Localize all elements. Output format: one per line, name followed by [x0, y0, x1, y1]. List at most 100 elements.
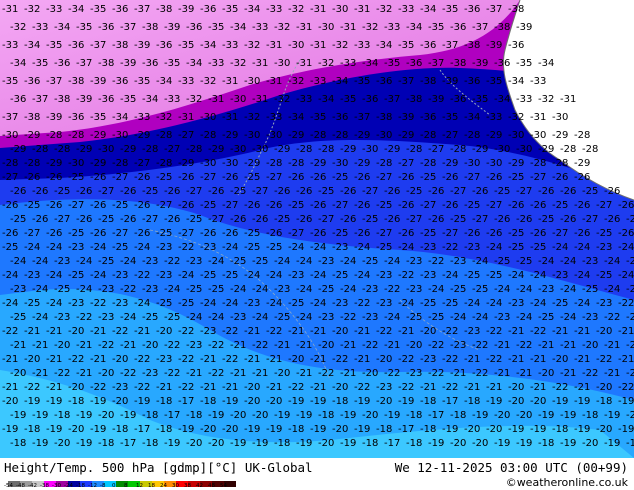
- temperature-label: -26: [90, 172, 106, 183]
- scale-label: -54: [4, 483, 13, 489]
- temperature-label: -25: [252, 256, 268, 267]
- temperature-label: -22: [252, 340, 268, 351]
- temperature-label: -22: [164, 256, 180, 267]
- temperature-label: -21: [296, 368, 312, 379]
- temperature-label: -27: [178, 228, 194, 239]
- temperature-label: -18: [142, 438, 158, 449]
- temperature-label: -22: [164, 368, 180, 379]
- temperature-label: -30: [332, 158, 348, 169]
- temperature-label: -23: [376, 382, 392, 393]
- temperature-label: -27: [178, 130, 194, 141]
- temperature-label: -20: [494, 410, 510, 421]
- temperature-label: -18: [596, 396, 612, 407]
- temperature-label: -28: [24, 158, 40, 169]
- temperature-label: -28: [332, 130, 348, 141]
- temperature-label: -35: [516, 58, 532, 69]
- temperature-label: -33: [134, 112, 150, 123]
- temperature-label: -20: [54, 340, 70, 351]
- temperature-label: -26: [252, 214, 268, 225]
- temperature-label: -20: [252, 410, 268, 421]
- temperature-label: -31: [310, 40, 326, 51]
- temperature-label: -20: [230, 410, 246, 421]
- temperature-label: -26: [574, 200, 590, 211]
- temperature-label: -27: [464, 172, 480, 183]
- temperature-label: -35: [90, 112, 106, 123]
- temperature-label: -24: [296, 284, 312, 295]
- temperature-label: -19: [296, 438, 312, 449]
- temperature-label: -25: [508, 242, 524, 253]
- temperature-label: -29: [354, 130, 370, 141]
- temperature-label: -21: [46, 354, 62, 365]
- temperature-label: -37: [2, 112, 18, 123]
- temperature-label: -26: [2, 228, 18, 239]
- weather-map[interactable]: -31 -32 -33 -34 -35 -36 -37 -38 -39 -36 -35 -34 -33-…: [0, 0, 634, 458]
- temperature-label: -27: [112, 172, 128, 183]
- temperature-label: -24: [222, 242, 238, 253]
- temperature-label: -25: [420, 228, 436, 239]
- temperature-label: -21: [494, 340, 510, 351]
- temperature-label: -34: [362, 58, 378, 69]
- temperature-label: -26: [46, 228, 62, 239]
- temperature-label: -28: [2, 158, 18, 169]
- temperature-label: -21: [244, 354, 260, 365]
- temperature-label: -24: [134, 298, 150, 309]
- temperature-label: -19: [574, 396, 590, 407]
- temperature-label: -33: [266, 4, 282, 15]
- temperature-label: -26: [398, 172, 414, 183]
- temperature-label: -19: [230, 438, 246, 449]
- temperature-label: -27: [266, 172, 282, 183]
- temperature-label: -20: [332, 326, 348, 337]
- temperature-label: -29: [310, 158, 326, 169]
- temperature-label: -22: [582, 368, 598, 379]
- credit-link[interactable]: ©weatheronline.co.uk: [506, 476, 628, 489]
- temperature-label: -19: [2, 424, 18, 435]
- temperature-label: -36: [406, 58, 422, 69]
- temperature-label: -24: [604, 256, 620, 267]
- temperature-label: -24: [32, 256, 48, 267]
- temperature-label: -30: [222, 158, 238, 169]
- temperature-label: -25: [274, 214, 290, 225]
- temperature-label: -27: [112, 228, 128, 239]
- temperature-label: -24: [354, 242, 370, 253]
- temperature-label: -34: [420, 4, 436, 15]
- temperature-label: -20: [332, 382, 348, 393]
- temperature-label: -24: [604, 284, 620, 295]
- temperature-label: -28: [142, 144, 158, 155]
- temperature-label: -32: [362, 22, 378, 33]
- temperature-label: -26: [340, 186, 356, 197]
- temperature-label: -31: [340, 22, 356, 33]
- temperature-label: -26: [340, 214, 356, 225]
- temperature-label: -26: [618, 200, 634, 211]
- temperature-label: -23: [186, 340, 202, 351]
- temperature-label: -24: [442, 270, 458, 281]
- temperature-label: -25: [450, 284, 466, 295]
- temperature-label: -32: [274, 22, 290, 33]
- temperature-label: -22: [398, 382, 414, 393]
- temperature-label: -29: [574, 158, 590, 169]
- temperature-label: -20: [98, 368, 114, 379]
- temperature-label: -20: [318, 438, 334, 449]
- temperature-label: -23: [332, 242, 348, 253]
- temperature-label: -36: [112, 76, 128, 87]
- temperature-label: -26: [428, 186, 444, 197]
- scale-label: 42: [196, 483, 203, 489]
- temperature-label: -23: [596, 298, 612, 309]
- temperature-label: -29: [472, 144, 488, 155]
- temperature-label: -25: [332, 228, 348, 239]
- temperature-label: -26: [398, 200, 414, 211]
- temperature-label: -24: [472, 312, 488, 323]
- temperature-label: -28: [406, 144, 422, 155]
- temperature-label: -22: [384, 368, 400, 379]
- temperature-label: -26: [296, 186, 312, 197]
- temperature-label: -27: [420, 200, 436, 211]
- temperature-label: -25: [450, 214, 466, 225]
- temperature-label: -36: [376, 76, 392, 87]
- temperature-label: -19: [398, 396, 414, 407]
- temperature-label: -38: [508, 4, 524, 15]
- temperature-label: -25: [442, 298, 458, 309]
- temperature-label: -32: [318, 58, 334, 69]
- temperature-label: -25: [494, 256, 510, 267]
- temperature-label: -23: [450, 340, 466, 351]
- temperature-label: -23: [494, 312, 510, 323]
- temperature-label: -24: [208, 312, 224, 323]
